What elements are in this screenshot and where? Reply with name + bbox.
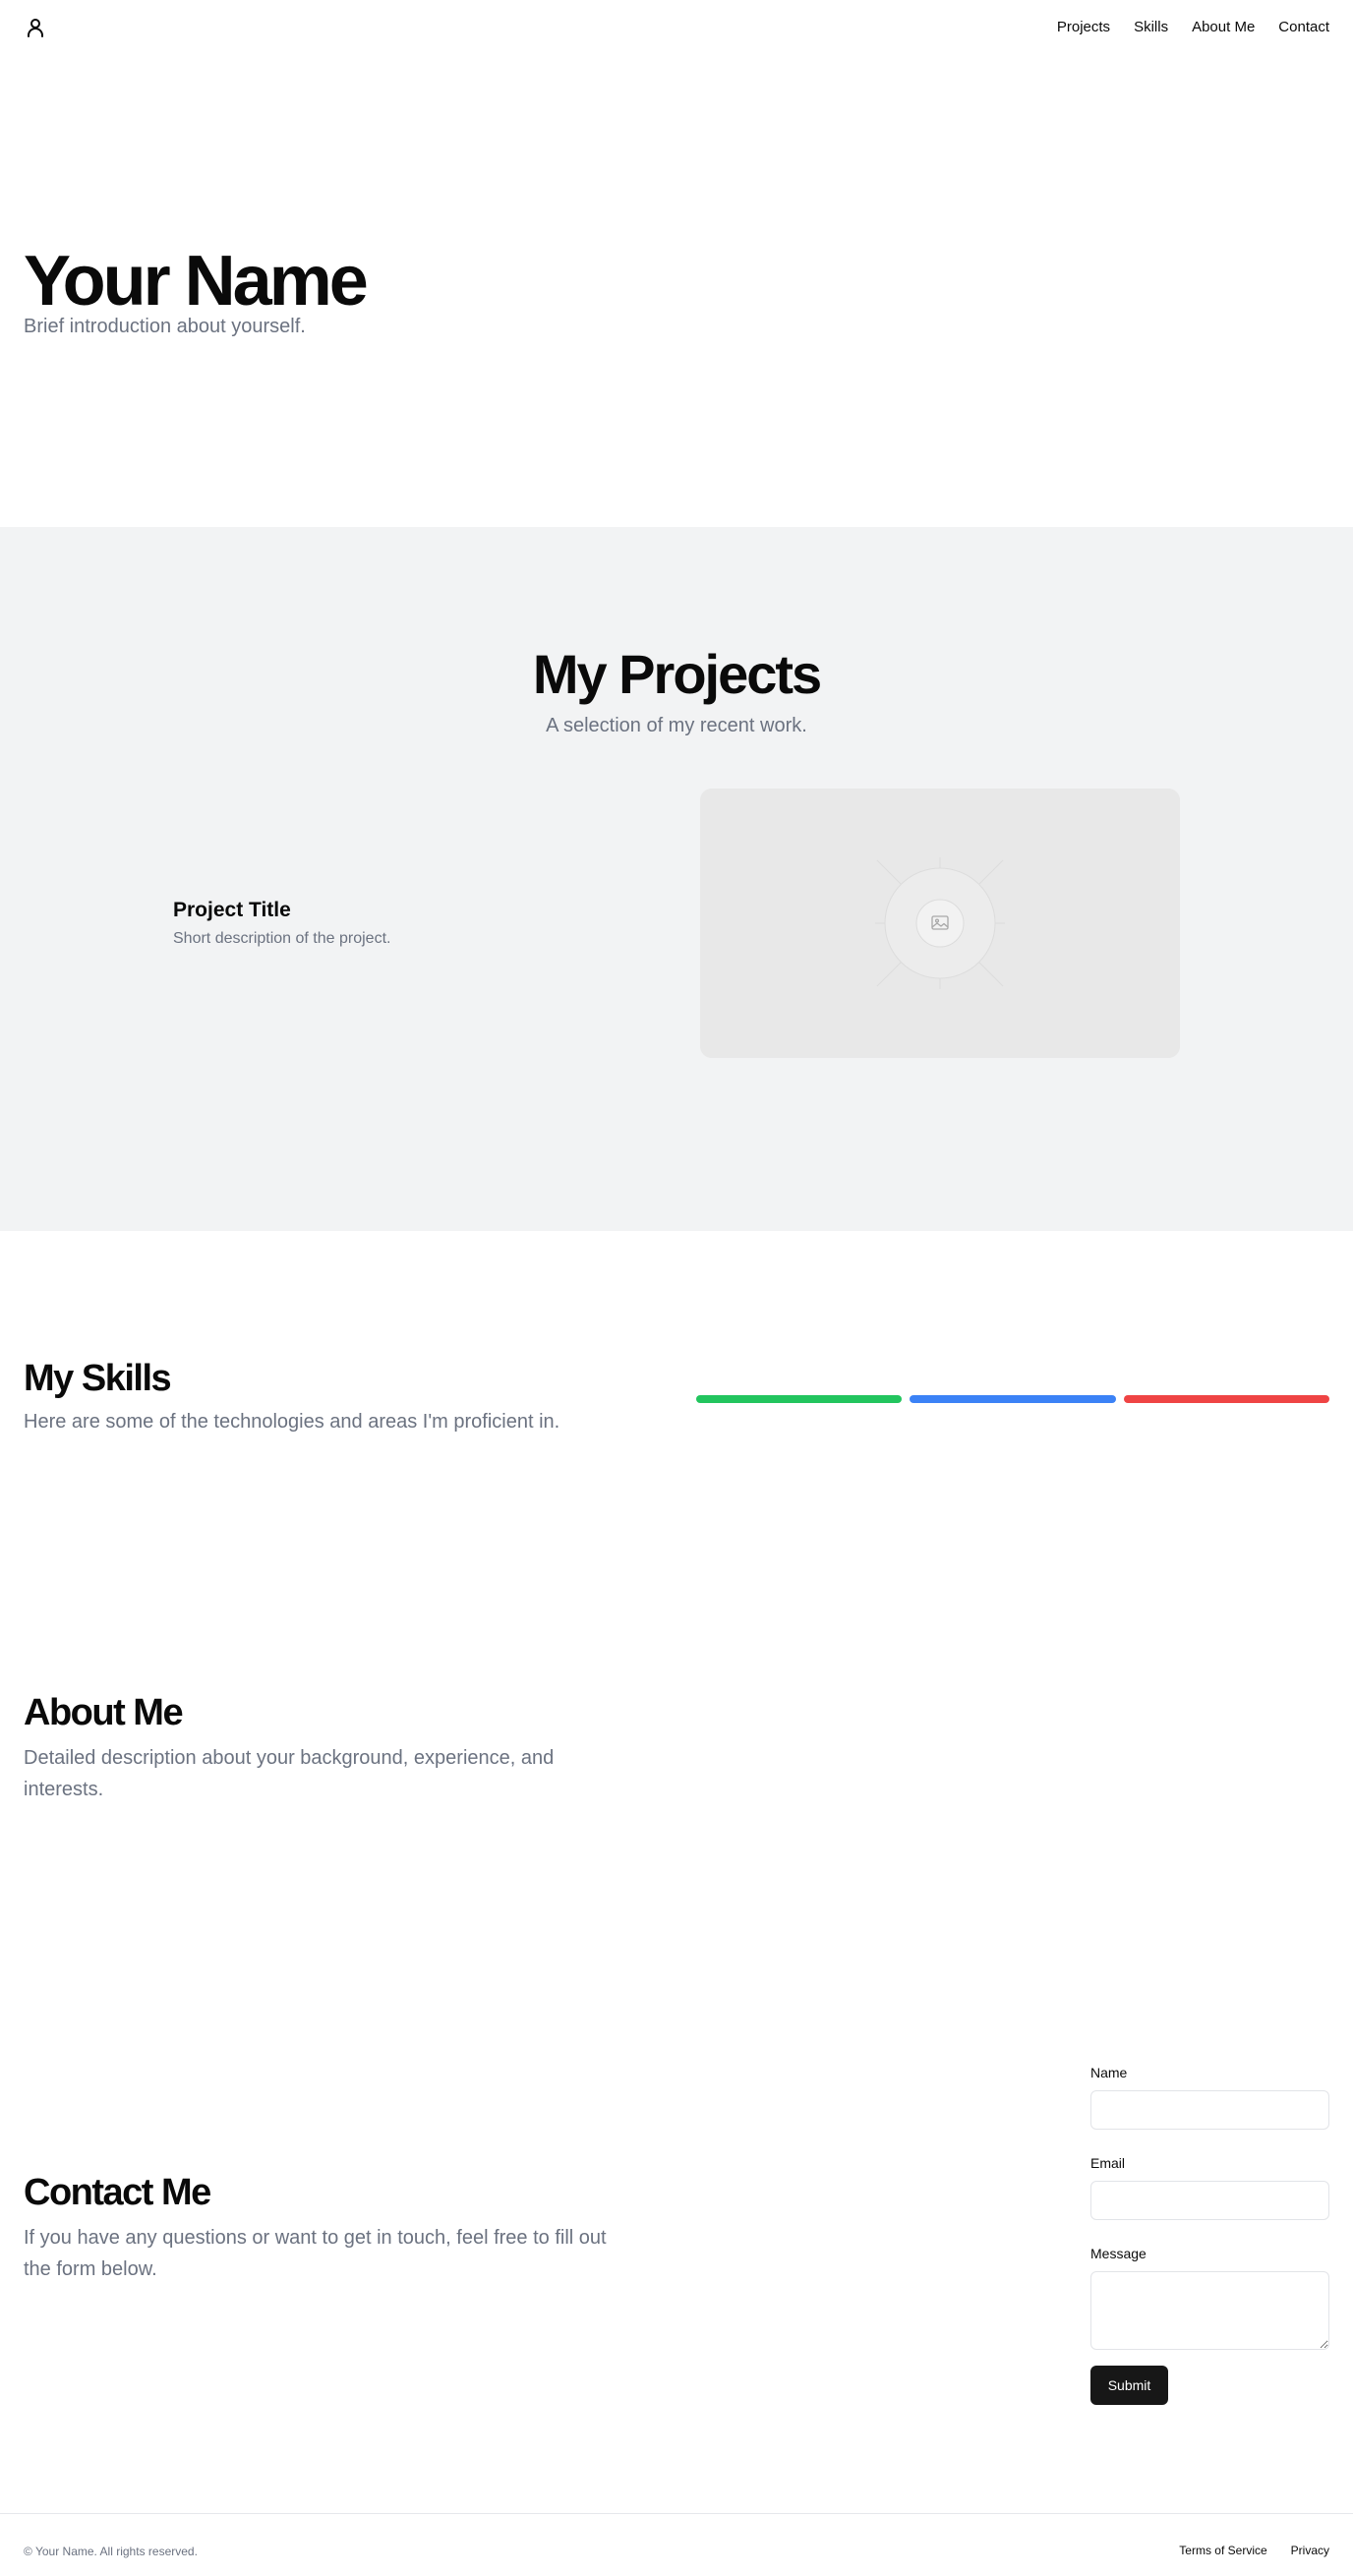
project-description: Short description of the project. [173, 930, 391, 947]
user-icon[interactable] [24, 16, 47, 39]
nav-link-contact[interactable]: Contact [1278, 18, 1329, 37]
nav-link-skills[interactable]: Skills [1134, 18, 1168, 37]
nav-link-about[interactable]: About Me [1192, 18, 1255, 37]
skills-title: My Skills [24, 1358, 172, 1399]
contact-section: Contact Me If you have any questions or … [0, 1959, 1353, 2513]
message-field[interactable] [1090, 2271, 1329, 2350]
project-image [700, 789, 1180, 1058]
site-footer: © Your Name. All rights reserved. Terms … [0, 2513, 1353, 2576]
copyright-text: © Your Name. All rights reserved. [24, 2545, 198, 2558]
about-description: Detailed description about your backgrou… [24, 1747, 555, 1800]
skills-subtitle: Here are some of the technologies and ar… [24, 1411, 560, 1433]
site-header: Projects Skills About Me Contact [0, 0, 1353, 55]
message-label: Message [1090, 2246, 1147, 2261]
skill-bar [696, 1395, 903, 1403]
email-field[interactable] [1090, 2181, 1329, 2220]
skill-bar [1123, 1395, 1329, 1403]
contact-description: If you have any questions or want to get… [24, 2227, 607, 2280]
nav-link-projects[interactable]: Projects [1057, 18, 1110, 37]
skills-section: My Skills Here are some of the technolog… [0, 1231, 1353, 1565]
about-title: About Me [24, 1692, 184, 1733]
main-nav: Projects Skills About Me Contact [1057, 18, 1329, 37]
contact-title: Contact Me [24, 2172, 211, 2213]
email-label: Email [1090, 2155, 1126, 2171]
contact-form: Name Email Message Submit [1090, 2063, 1329, 2405]
about-section: About Me Detailed description about your… [0, 1565, 1353, 1959]
name-field[interactable] [1090, 2090, 1329, 2130]
projects-subtitle: A selection of my recent work. [546, 715, 807, 736]
project-title: Project Title [173, 899, 291, 921]
privacy-link[interactable]: Privacy [1291, 2543, 1329, 2558]
footer-links: Terms of Service Privacy [1179, 2543, 1329, 2558]
hero-section: Your Name Brief introduction about yours… [0, 55, 1353, 527]
projects-section: My Projects A selection of my recent wor… [0, 527, 1353, 1231]
submit-button[interactable]: Submit [1090, 2366, 1168, 2405]
projects-title: My Projects [532, 643, 822, 705]
skill-bars [696, 1395, 1329, 1403]
skill-bar [910, 1395, 1116, 1403]
name-label: Name [1090, 2065, 1128, 2080]
terms-link[interactable]: Terms of Service [1179, 2543, 1266, 2558]
image-placeholder-icon [700, 789, 1180, 1058]
hero-intro: Brief introduction about yourself. [24, 316, 306, 337]
hero-title: Your Name [24, 242, 369, 321]
